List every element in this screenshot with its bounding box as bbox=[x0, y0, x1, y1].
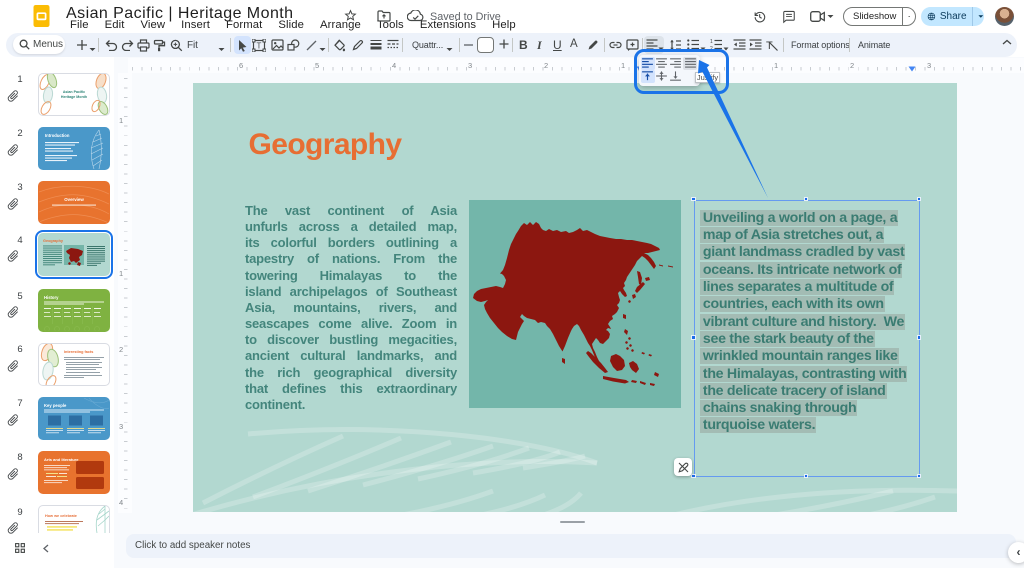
svg-text:Heritage Month: Heritage Month bbox=[61, 95, 87, 99]
svg-text:Arts and literature: Arts and literature bbox=[44, 457, 79, 462]
svg-text:Introduction: Introduction bbox=[45, 133, 70, 138]
svg-text:1: 1 bbox=[710, 39, 713, 45]
svg-text:How we celebrate: How we celebrate bbox=[45, 514, 77, 518]
svg-text:History: History bbox=[44, 295, 59, 300]
svg-text:Asian Pacific: Asian Pacific bbox=[63, 90, 85, 94]
svg-text:Overview: Overview bbox=[64, 197, 84, 202]
svg-text:T: T bbox=[257, 42, 262, 51]
svg-text:Key people: Key people bbox=[44, 403, 67, 408]
svg-text:Interesting facts: Interesting facts bbox=[64, 350, 93, 354]
svg-text:Geography: Geography bbox=[43, 239, 64, 243]
